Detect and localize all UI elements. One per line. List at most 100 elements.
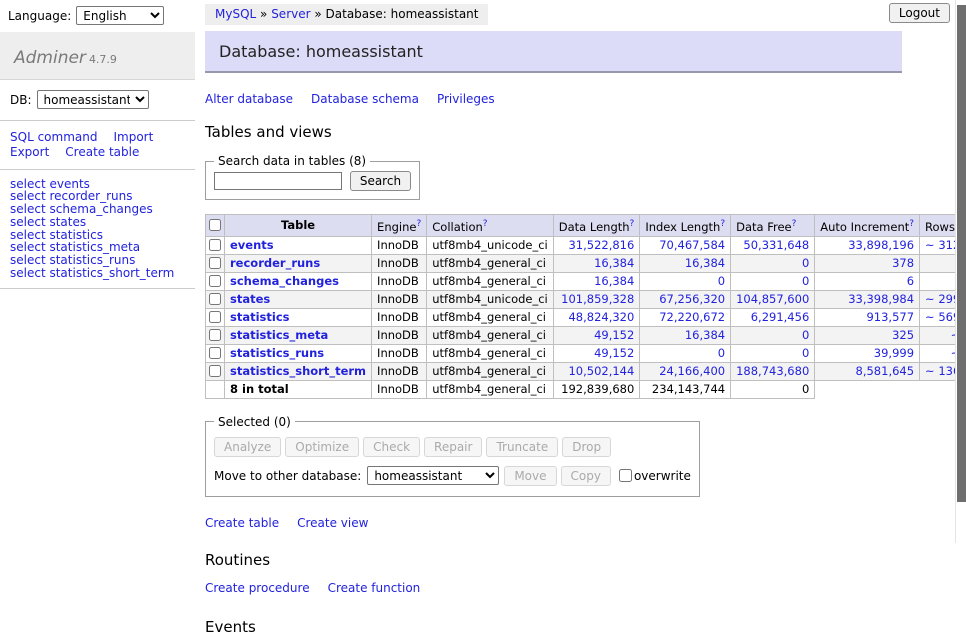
index-length-link[interactable]: 0	[718, 274, 725, 288]
row-checkbox[interactable]	[209, 257, 221, 269]
table-name-link[interactable]: statistics	[230, 310, 290, 324]
select-all-checkbox[interactable]	[209, 219, 221, 231]
create-procedure-link[interactable]: Create procedure	[205, 581, 310, 595]
create-table-link[interactable]: Create table	[205, 516, 279, 530]
table-name-link[interactable]: statistics_meta	[230, 328, 328, 342]
data-length-link[interactable]: 101,859,328	[561, 292, 634, 306]
total-collation: utf8mb4_general_ci	[427, 380, 554, 398]
table-name-link[interactable]: states	[230, 292, 270, 306]
search-input[interactable]	[214, 172, 342, 190]
index-length-link[interactable]: 70,467,584	[659, 238, 725, 252]
sidebar-action-link[interactable]: Export	[10, 145, 49, 159]
auto-increment-link[interactable]: 378	[892, 256, 914, 270]
database-action-link[interactable]: Database schema	[311, 92, 419, 106]
row-checkbox[interactable]	[209, 311, 221, 323]
auto-increment-link[interactable]: 913,577	[866, 310, 914, 324]
create-function-link[interactable]: Create function	[328, 581, 421, 595]
sidebar-select-link[interactable]: select schema_changes	[10, 203, 185, 216]
index-length-link[interactable]: 16,384	[685, 328, 725, 342]
row-checkbox[interactable]	[209, 293, 221, 305]
overwrite-checkbox[interactable]	[619, 469, 632, 482]
index-length-link[interactable]: 67,256,320	[659, 292, 725, 306]
help-link[interactable]: ?	[720, 219, 725, 229]
sidebar-select-link[interactable]: select states	[10, 216, 185, 229]
analyze-button[interactable]: Analyze	[214, 437, 281, 457]
breadcrumb-link[interactable]: MySQL	[215, 7, 256, 21]
sidebar-action-link[interactable]: SQL command	[10, 130, 97, 144]
help-link[interactable]: ?	[792, 219, 797, 229]
version-link[interactable]: 4.7.9	[89, 53, 117, 66]
optimize-button[interactable]: Optimize	[285, 437, 359, 457]
help-link[interactable]: ?	[483, 219, 488, 229]
total-index-length: 234,143,744	[640, 380, 731, 398]
truncate-button[interactable]: Truncate	[486, 437, 558, 457]
move-button[interactable]: Move	[504, 466, 556, 486]
row-checkbox[interactable]	[209, 347, 221, 359]
repair-button[interactable]: Repair	[424, 437, 482, 457]
data-free-link[interactable]: 6,291,456	[751, 310, 810, 324]
database-action-link[interactable]: Privileges	[437, 92, 495, 106]
index-length-link[interactable]: 0	[718, 346, 725, 360]
data-length-link[interactable]: 16,384	[594, 256, 634, 270]
vertical-scrollbar[interactable]	[955, 0, 966, 543]
auto-increment-link[interactable]: 33,898,196	[848, 238, 914, 252]
index-length-link[interactable]: 16,384	[685, 256, 725, 270]
data-free-link[interactable]: 0	[802, 328, 809, 342]
data-length-link[interactable]: 16,384	[594, 274, 634, 288]
create-view-link[interactable]: Create view	[297, 516, 368, 530]
data-length-link[interactable]: 49,152	[594, 346, 634, 360]
sidebar-select-link[interactable]: select statistics_short_term	[10, 267, 185, 280]
index-length-link[interactable]: 72,220,672	[659, 310, 725, 324]
sidebar-select-link[interactable]: select statistics_runs	[10, 254, 185, 267]
row-checkbox[interactable]	[209, 365, 221, 377]
data-free-link[interactable]: 0	[802, 274, 809, 288]
engine-cell: InnoDB	[372, 272, 427, 290]
data-length-link[interactable]: 31,522,816	[568, 238, 634, 252]
tables-header-row: TableEngine?Collation?Data Length?Index …	[206, 215, 966, 237]
help-link[interactable]: ?	[630, 219, 635, 229]
header-label: Data Length	[559, 220, 630, 234]
index-length-link[interactable]: 24,166,400	[659, 364, 725, 378]
copy-button[interactable]: Copy	[561, 466, 611, 486]
table-name-link[interactable]: statistics_runs	[230, 346, 324, 360]
drop-button[interactable]: Drop	[562, 437, 611, 457]
selected-fieldset: Selected (0) AnalyzeOptimizeCheckRepairT…	[205, 415, 700, 497]
auto-increment-link[interactable]: 8,581,645	[856, 364, 915, 378]
breadcrumb-link[interactable]: Server	[271, 7, 310, 21]
sidebar-action-link[interactable]: Import	[113, 130, 153, 144]
row-checkbox[interactable]	[209, 239, 221, 251]
database-action-link[interactable]: Alter database	[205, 92, 293, 106]
logout-button[interactable]: Logout	[889, 3, 950, 23]
table-name-link[interactable]: events	[230, 238, 274, 252]
row-checkbox[interactable]	[209, 275, 221, 287]
check-button[interactable]: Check	[363, 437, 420, 457]
move-buttons: MoveCopy	[504, 469, 615, 483]
data-length-link[interactable]: 49,152	[594, 328, 634, 342]
data-length-link[interactable]: 48,824,320	[568, 310, 634, 324]
scrollbar-thumb[interactable]	[957, 5, 966, 502]
move-db-select[interactable]: homeassistant	[367, 466, 499, 485]
table-name-link[interactable]: statistics_short_term	[230, 364, 366, 378]
data-free-link[interactable]: 50,331,648	[743, 238, 809, 252]
table-name-link[interactable]: schema_changes	[230, 274, 339, 288]
sidebar-table-links: select eventsselect recorder_runsselect …	[0, 170, 195, 290]
tables-and-views-table: TableEngine?Collation?Data Length?Index …	[205, 214, 966, 399]
row-checkbox[interactable]	[209, 329, 221, 341]
db-select[interactable]: homeassistant	[37, 90, 149, 109]
auto-increment-link[interactable]: 6	[907, 274, 914, 288]
data-free-link[interactable]: 104,857,600	[736, 292, 809, 306]
auto-increment-link[interactable]: 39,999	[874, 346, 914, 360]
auto-increment-link[interactable]: 325	[892, 328, 914, 342]
data-free-link[interactable]: 0	[802, 256, 809, 270]
data-length-link[interactable]: 10,502,144	[568, 364, 634, 378]
table-name-link[interactable]: recorder_runs	[230, 256, 320, 270]
sidebar-action-row: SQL command Import	[10, 130, 185, 145]
help-link[interactable]: ?	[416, 219, 421, 229]
data-free-link[interactable]: 188,743,680	[736, 364, 809, 378]
auto-increment-link[interactable]: 33,398,984	[848, 292, 914, 306]
language-select[interactable]: English	[76, 6, 164, 25]
help-link[interactable]: ?	[909, 219, 914, 229]
search-button[interactable]: Search	[350, 171, 411, 191]
data-free-link[interactable]: 0	[802, 346, 809, 360]
sidebar-action-link[interactable]: Create table	[65, 145, 139, 159]
